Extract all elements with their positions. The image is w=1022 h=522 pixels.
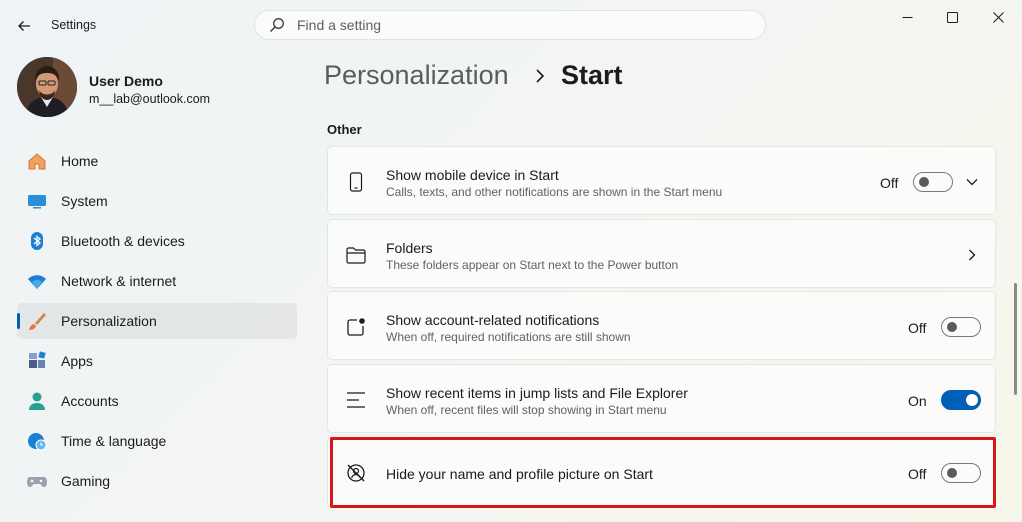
setting-card-recent-items[interactable]: Show recent items in jump lists and File…: [327, 364, 996, 433]
sidebar-item-time-language[interactable]: Time & language: [17, 423, 297, 459]
phone-icon: [345, 171, 367, 193]
maximize-button[interactable]: [929, 0, 975, 34]
sidebar-item-label: Network & internet: [61, 273, 177, 289]
sidebar-item-system[interactable]: System: [17, 183, 297, 219]
setting-description: These folders appear on Start next to th…: [386, 258, 679, 272]
sidebar-item-label: Gaming: [61, 473, 111, 489]
setting-title: Show account-related notifications: [386, 312, 600, 328]
search-box[interactable]: [254, 10, 766, 40]
sidebar-nav: Home System Bluetooth & devices Network …: [17, 143, 297, 503]
sidebar-item-label: Accounts: [61, 393, 119, 409]
avatar[interactable]: [17, 57, 77, 117]
mobile-device-toggle[interactable]: [913, 172, 953, 192]
breadcrumb-parent[interactable]: Personalization: [324, 60, 509, 91]
sidebar-item-label: Time & language: [61, 433, 167, 449]
user-name: User Demo: [89, 73, 163, 89]
sidebar-item-network[interactable]: Network & internet: [17, 263, 297, 299]
notification-icon: [345, 316, 367, 338]
sidebar-item-accounts[interactable]: Accounts: [17, 383, 297, 419]
section-title: Other: [327, 122, 362, 137]
search-icon: [269, 17, 285, 33]
sidebar-item-bluetooth[interactable]: Bluetooth & devices: [17, 223, 297, 259]
minimize-button[interactable]: [884, 0, 930, 34]
chevron-down-icon[interactable]: [964, 174, 980, 190]
setting-description: Calls, texts, and other notifications ar…: [386, 185, 723, 199]
list-icon: [345, 389, 367, 411]
brush-icon: [27, 311, 47, 331]
sidebar-item-label: Bluetooth & devices: [61, 233, 185, 249]
toggle-state-label: Off: [880, 175, 899, 191]
bluetooth-icon: [27, 231, 47, 251]
setting-card-account-notifications[interactable]: Show account-related notifications When …: [327, 291, 996, 360]
accounts-icon: [27, 391, 47, 411]
highlight-annotation: [330, 437, 996, 508]
recent-items-toggle[interactable]: [941, 390, 981, 410]
sidebar-item-label: System: [61, 193, 108, 209]
folder-icon: [345, 244, 367, 266]
sidebar-item-gaming[interactable]: Gaming: [17, 463, 297, 499]
close-button[interactable]: [975, 0, 1021, 34]
app-title: Settings: [51, 18, 97, 32]
user-email: m__lab@outlook.com: [89, 92, 211, 106]
sidebar-item-personalization[interactable]: Personalization: [17, 303, 297, 339]
close-icon: [992, 11, 1004, 23]
page-title: Start: [561, 60, 623, 90]
sidebar-item-label: Personalization: [61, 313, 157, 329]
search-input[interactable]: [295, 16, 739, 34]
breadcrumb-chevron-icon: [533, 66, 547, 86]
gamepad-icon: [27, 471, 47, 491]
back-arrow-icon: [17, 19, 31, 33]
minimize-icon: [902, 12, 913, 23]
home-icon: [27, 151, 47, 171]
apps-icon: [27, 351, 47, 371]
system-icon: [27, 191, 47, 211]
chevron-right-icon[interactable]: [964, 247, 980, 263]
account-notifications-toggle[interactable]: [941, 317, 981, 337]
scrollbar-thumb[interactable]: [1014, 283, 1017, 395]
sidebar-item-label: Home: [61, 153, 99, 169]
avatar-image: [17, 57, 77, 117]
setting-title: Show recent items in jump lists and File…: [386, 385, 688, 401]
setting-card-mobile-device[interactable]: Show mobile device in Start Calls, texts…: [327, 146, 996, 215]
sidebar-item-apps[interactable]: Apps: [17, 343, 297, 379]
maximize-icon: [946, 11, 958, 23]
setting-description: When off, recent files will stop showing…: [386, 403, 667, 417]
wifi-icon: [27, 271, 47, 291]
toggle-state-label: On: [908, 393, 927, 409]
setting-card-folders[interactable]: Folders These folders appear on Start ne…: [327, 219, 996, 288]
clock-globe-icon: [27, 431, 47, 451]
sidebar-item-label: Apps: [61, 353, 93, 369]
setting-description: When off, required notifications are sti…: [386, 330, 631, 344]
setting-title: Folders: [386, 240, 433, 256]
back-button[interactable]: [10, 12, 38, 40]
sidebar-item-home[interactable]: Home: [17, 143, 297, 179]
setting-title: Show mobile device in Start: [386, 167, 559, 183]
toggle-state-label: Off: [908, 320, 927, 336]
